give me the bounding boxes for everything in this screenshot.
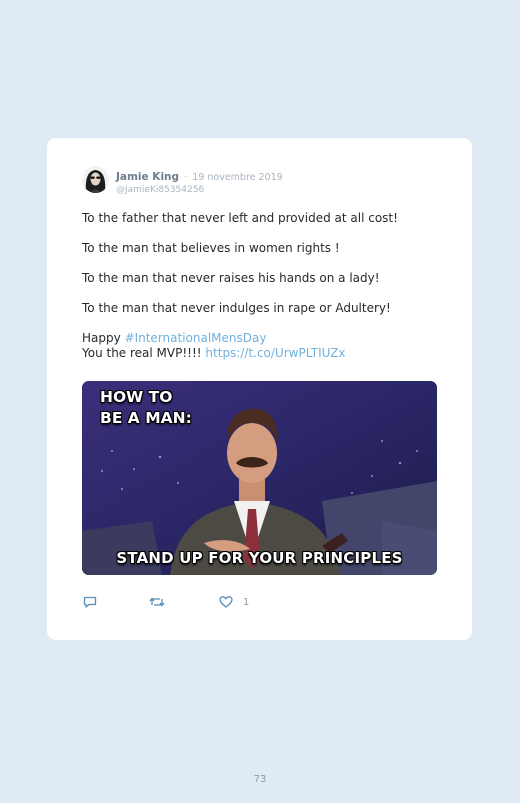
gif-top-caption: HOW TO BE A MAN:: [100, 387, 192, 429]
gif-top-line: BE A MAN:: [100, 409, 192, 427]
tweet-line: To the man that never indulges in rape o…: [82, 301, 391, 315]
hashtag-link[interactable]: #InternationalMensDay: [125, 331, 267, 345]
url-link[interactable]: https://t.co/UrwPLTIUZx: [205, 346, 345, 360]
tweet-media-gif[interactable]: HOW TO BE A MAN: STAND UP FOR YOUR PRINC…: [82, 381, 437, 575]
happy-text: Happy: [82, 331, 125, 345]
reply-icon[interactable]: [82, 594, 98, 614]
author-handle[interactable]: @JamieKi85354256: [116, 184, 283, 197]
avatar[interactable]: [82, 166, 109, 193]
like-count: 1: [243, 597, 250, 608]
retweet-icon[interactable]: [148, 594, 166, 614]
gif-top-line: HOW TO: [100, 388, 173, 406]
tweet-line: To the father that never left and provid…: [82, 211, 398, 225]
tweet-card: Jamie King · 19 novembre 2019 @JamieKi85…: [47, 138, 472, 640]
tweet-header: Jamie King · 19 novembre 2019 @JamieKi85…: [116, 168, 283, 197]
page-number: 73: [253, 774, 267, 785]
tweet-closing: Happy #InternationalMensDay You the real…: [82, 331, 442, 361]
heart-icon[interactable]: [218, 594, 234, 614]
author-name[interactable]: Jamie King: [116, 171, 179, 183]
tweet-body: To the father that never left and provid…: [82, 211, 442, 361]
tweet-line: To the man that never raises his hands o…: [82, 271, 380, 285]
avatar-image: [82, 166, 109, 193]
tweet-line: To the man that believes in women rights…: [82, 241, 340, 255]
gif-bottom-caption: STAND UP FOR YOUR PRINCIPLES: [116, 549, 403, 567]
separator-dot: ·: [184, 172, 188, 183]
tweet-date[interactable]: 19 novembre 2019: [192, 172, 282, 183]
mvp-text: You the real MVP!!!!: [82, 346, 206, 360]
